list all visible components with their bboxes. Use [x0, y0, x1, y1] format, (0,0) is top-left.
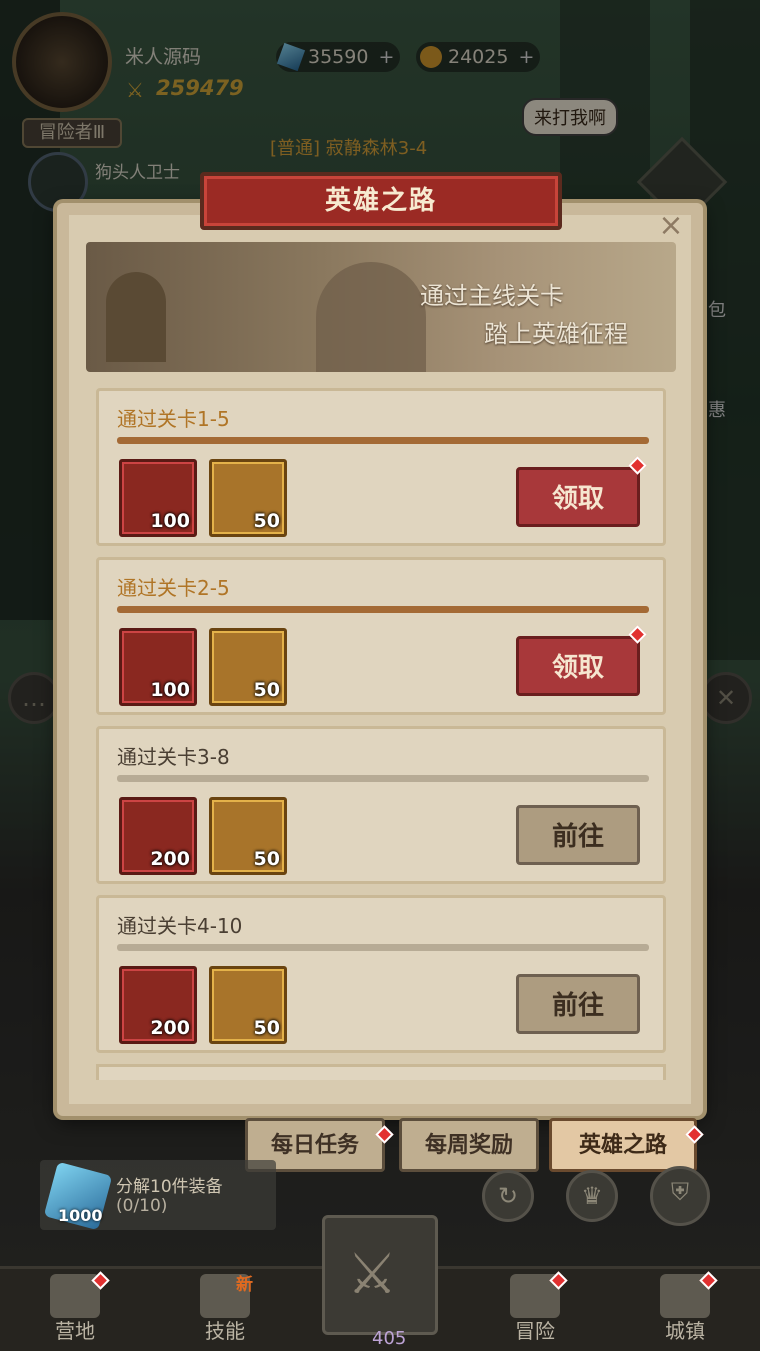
new-badge: 新	[236, 1275, 253, 1295]
item-count: 50	[253, 679, 280, 701]
task-card: 通过关卡1-5 100 50 领取	[96, 388, 666, 546]
purple-soul-flame-icon[interactable]: 50	[209, 459, 287, 537]
item-count: 100	[150, 679, 190, 701]
task-progress-bar	[117, 944, 649, 951]
nav-label: 冒险	[515, 1319, 555, 1343]
nav-camp[interactable]: 营地	[20, 1270, 130, 1348]
gold-skull-coin-icon[interactable]: 100	[119, 628, 197, 706]
nav-label: 技能	[205, 1319, 245, 1343]
task-progress-bar	[117, 775, 649, 782]
task-card: 通过关卡4-10 200 50 前往	[96, 895, 666, 1053]
nav-adventure[interactable]: 冒险	[480, 1270, 590, 1348]
gold-skull-coin-icon[interactable]: 100	[119, 459, 197, 537]
refresh-icon[interactable]: ↻	[482, 1170, 534, 1222]
item-count: 50	[253, 1017, 280, 1039]
helmet-icon[interactable]: ⛨	[650, 1166, 710, 1226]
item-count: 50	[253, 510, 280, 532]
go-button[interactable]: 前往	[516, 805, 640, 865]
quest-progress: (0/10)	[116, 1196, 168, 1216]
tab-weekly-rewards[interactable]: 每周奖励	[399, 1118, 539, 1172]
task-progress-bar	[117, 437, 649, 444]
go-button[interactable]: 前往	[516, 974, 640, 1034]
crystal-reward-count: 1000	[58, 1206, 103, 1225]
nav-skills[interactable]: 技能	[170, 1270, 280, 1348]
item-count: 200	[150, 848, 190, 870]
lantern-icon	[106, 272, 166, 362]
nav-label: 城镇	[665, 1319, 705, 1343]
gate-icon	[316, 262, 426, 372]
item-count: 50	[253, 848, 280, 870]
claim-button[interactable]: 领取	[516, 636, 640, 696]
dialog-title-banner: 英雄之路	[200, 172, 562, 230]
dialog-title: 英雄之路	[324, 186, 437, 216]
purple-soul-flame-icon[interactable]: 50	[209, 628, 287, 706]
soul-count: 405	[372, 1328, 407, 1349]
task-title: 通过关卡2-5	[117, 576, 230, 600]
gold-skull-coin-icon[interactable]: 200	[119, 966, 197, 1044]
task-title: 通过关卡3-8	[117, 745, 230, 769]
task-card-partial	[96, 1064, 666, 1080]
tab-hero-road[interactable]: 英雄之路	[549, 1118, 697, 1172]
task-progress-bar	[117, 606, 649, 613]
claim-button[interactable]: 领取	[516, 467, 640, 527]
quest-title: 分解10件装备	[116, 1177, 223, 1197]
task-card: 通过关卡2-5 100 50 领取	[96, 557, 666, 715]
crown-icon[interactable]: ♛	[566, 1170, 618, 1222]
close-icon[interactable]: ×	[655, 210, 687, 242]
crossed-swords-icon: ⚔	[347, 1242, 398, 1307]
dialog-banner-image: 通过主线关卡 踏上英雄征程	[86, 242, 676, 372]
item-count: 100	[150, 510, 190, 532]
purple-soul-flame-icon[interactable]: 50	[209, 797, 287, 875]
nav-label: 营地	[55, 1319, 95, 1343]
banner-text-line2: 踏上英雄征程	[484, 320, 628, 348]
task-card: 通过关卡3-8 200 50 前往	[96, 726, 666, 884]
nav-battle-center[interactable]: ⚔	[322, 1215, 438, 1335]
purple-soul-flame-icon[interactable]: 50	[209, 966, 287, 1044]
task-title: 通过关卡4-10	[117, 914, 243, 938]
task-title: 通过关卡1-5	[117, 407, 230, 431]
nav-town[interactable]: 城镇	[630, 1270, 740, 1348]
banner-text-line1: 通过主线关卡	[420, 282, 564, 310]
gold-skull-coin-icon[interactable]: 200	[119, 797, 197, 875]
item-count: 200	[150, 1017, 190, 1039]
